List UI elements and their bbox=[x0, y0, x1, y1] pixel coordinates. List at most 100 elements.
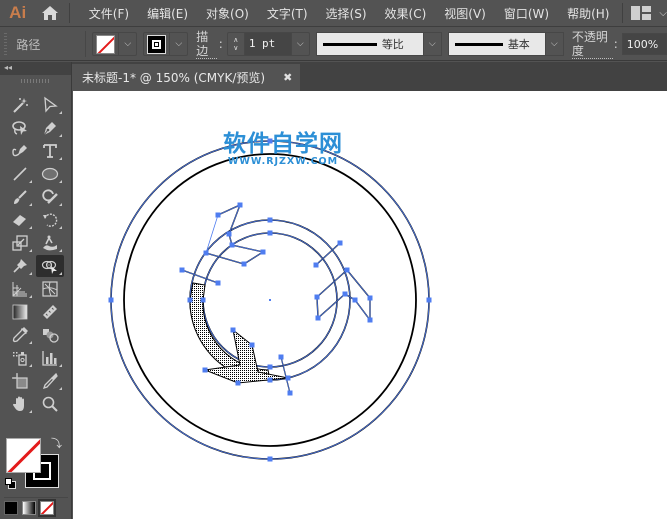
artboard-canvas[interactable]: 软件自学网 WWW.RJZXW.COM bbox=[73, 91, 667, 519]
anchor-point[interactable] bbox=[241, 261, 247, 267]
menu-select[interactable]: 选择(S) bbox=[317, 5, 376, 22]
shape-builder-tool[interactable] bbox=[36, 255, 64, 277]
opacity-label-link[interactable]: 不透明度 bbox=[571, 30, 613, 59]
anchor-point[interactable] bbox=[108, 297, 114, 303]
column-graph-tool[interactable] bbox=[36, 347, 64, 369]
pin-tool[interactable] bbox=[6, 255, 34, 277]
document-tab[interactable]: 未标题-1* @ 150% (CMYK/预览) ✖ bbox=[72, 64, 300, 91]
menu-file[interactable]: 文件(F) bbox=[80, 5, 138, 22]
zoom-tool[interactable] bbox=[36, 393, 64, 415]
gradient-mode-button[interactable] bbox=[22, 501, 36, 515]
menu-edit[interactable]: 编辑(E) bbox=[138, 5, 197, 22]
anchor-point[interactable] bbox=[179, 267, 185, 273]
perspective-grid-tool[interactable] bbox=[6, 278, 34, 300]
blend-tool[interactable] bbox=[36, 324, 64, 346]
anchor-point[interactable] bbox=[342, 291, 348, 297]
menu-type[interactable]: 文字(T) bbox=[258, 5, 317, 22]
anchor-point[interactable] bbox=[215, 280, 221, 286]
anchor-point[interactable] bbox=[287, 390, 293, 396]
anchor-point[interactable] bbox=[226, 231, 232, 237]
workspace-switcher-icon[interactable] bbox=[631, 6, 652, 20]
lasso-tool[interactable] bbox=[6, 117, 34, 139]
ellipse-tool[interactable] bbox=[36, 163, 64, 185]
magic-wand-tool[interactable] bbox=[6, 94, 34, 116]
anchor-point[interactable] bbox=[235, 380, 241, 386]
anchor-point[interactable] bbox=[230, 327, 236, 333]
anchor-point[interactable] bbox=[267, 217, 273, 223]
anchor-point[interactable] bbox=[337, 240, 343, 246]
stroke-weight-control[interactable]: ∧ ∨ 1 pt ⌵ bbox=[226, 32, 310, 56]
anchor-point[interactable] bbox=[203, 250, 209, 256]
anchor-point[interactable] bbox=[200, 297, 206, 303]
anchor-point[interactable] bbox=[229, 242, 235, 248]
anchor-point[interactable] bbox=[187, 297, 193, 303]
close-icon[interactable]: ✖ bbox=[283, 71, 292, 84]
menu-window[interactable]: 窗口(W) bbox=[495, 5, 558, 22]
slice-tool[interactable] bbox=[36, 370, 64, 392]
mesh-tool[interactable] bbox=[36, 278, 64, 300]
anchor-point[interactable] bbox=[267, 230, 273, 236]
type-tool[interactable] bbox=[36, 140, 64, 162]
anchor-point[interactable] bbox=[202, 367, 208, 373]
chevron-down-icon[interactable]: ⌵ bbox=[422, 33, 441, 55]
collapse-panel-button[interactable]: ◂◂ bbox=[0, 62, 71, 75]
menu-effect[interactable]: 效果(C) bbox=[376, 5, 436, 22]
eyedropper-tool[interactable] bbox=[6, 324, 34, 346]
chevron-down-icon[interactable]: ⌵ bbox=[169, 33, 187, 55]
puppet-warp-tool[interactable] bbox=[36, 232, 64, 254]
fill-control[interactable]: ⌵ bbox=[92, 32, 138, 56]
stroke-label-link[interactable]: 描边 bbox=[196, 30, 217, 59]
panel-grip[interactable] bbox=[20, 79, 51, 83]
measure-tool[interactable] bbox=[36, 301, 64, 323]
anchor-point[interactable] bbox=[215, 212, 221, 218]
anchor-point[interactable] bbox=[367, 317, 373, 323]
chevron-down-icon[interactable]: ⌵ bbox=[118, 33, 136, 55]
scale-tool[interactable] bbox=[6, 232, 34, 254]
anchor-point[interactable] bbox=[260, 249, 266, 255]
menu-help[interactable]: 帮助(H) bbox=[558, 5, 618, 22]
artboard-tool[interactable] bbox=[6, 370, 34, 392]
pen-tool[interactable] bbox=[36, 117, 64, 139]
anchor-point[interactable] bbox=[278, 354, 284, 360]
paintbrush-tool[interactable] bbox=[6, 186, 34, 208]
direct-selection-tool[interactable] bbox=[36, 94, 64, 116]
home-icon[interactable] bbox=[37, 0, 63, 27]
default-fill-stroke-icon[interactable] bbox=[5, 478, 17, 490]
anchor-point[interactable] bbox=[315, 315, 321, 321]
rotate-tool[interactable] bbox=[36, 209, 64, 231]
variable-width-profile-select[interactable]: 等比 ⌵ bbox=[315, 32, 442, 56]
hand-tool[interactable] bbox=[6, 393, 34, 415]
anchor-point[interactable] bbox=[267, 364, 273, 370]
chevron-down-icon[interactable]: ⌵ bbox=[290, 33, 309, 55]
anchor-point[interactable] bbox=[249, 342, 255, 348]
gradient-tool[interactable] bbox=[6, 301, 34, 323]
symbol-sprayer-tool[interactable] bbox=[6, 347, 34, 369]
anchor-point[interactable] bbox=[267, 377, 273, 383]
anchor-point[interactable] bbox=[269, 299, 271, 301]
anchor-point[interactable] bbox=[367, 295, 373, 301]
anchor-point[interactable] bbox=[285, 375, 291, 381]
anchor-point[interactable] bbox=[426, 297, 432, 303]
stroke-swatch[interactable] bbox=[147, 34, 167, 54]
brush-definition-select[interactable]: 基本 ⌵ bbox=[447, 32, 564, 56]
anchor-point[interactable] bbox=[267, 456, 273, 462]
none-mode-button[interactable] bbox=[38, 499, 56, 517]
stroke-weight-stepper[interactable]: ∧ ∨ bbox=[228, 33, 245, 55]
menu-object[interactable]: 对象(O) bbox=[197, 5, 258, 22]
panel-grip[interactable] bbox=[4, 33, 8, 55]
anchor-point[interactable] bbox=[314, 294, 320, 300]
fill-swatch-none[interactable] bbox=[6, 438, 41, 473]
chevron-down-icon[interactable]: ⌵ bbox=[544, 33, 563, 55]
anchor-point[interactable] bbox=[352, 297, 358, 303]
fill-swatch-none[interactable] bbox=[96, 34, 116, 54]
anchor-point[interactable] bbox=[237, 202, 243, 208]
eraser-tool[interactable] bbox=[6, 209, 34, 231]
stroke-color-control[interactable]: ⌵ bbox=[143, 32, 189, 56]
menu-view[interactable]: 视图(V) bbox=[435, 5, 495, 22]
chevron-down-icon[interactable]: ⌵ bbox=[659, 8, 667, 19]
opacity-input[interactable]: 100% bbox=[621, 33, 667, 55]
stroke-weight-input[interactable]: 1 pt bbox=[244, 33, 291, 55]
line-segment-tool[interactable] bbox=[6, 163, 34, 185]
color-mode-button[interactable] bbox=[4, 501, 18, 515]
shaper-tool[interactable] bbox=[36, 186, 64, 208]
